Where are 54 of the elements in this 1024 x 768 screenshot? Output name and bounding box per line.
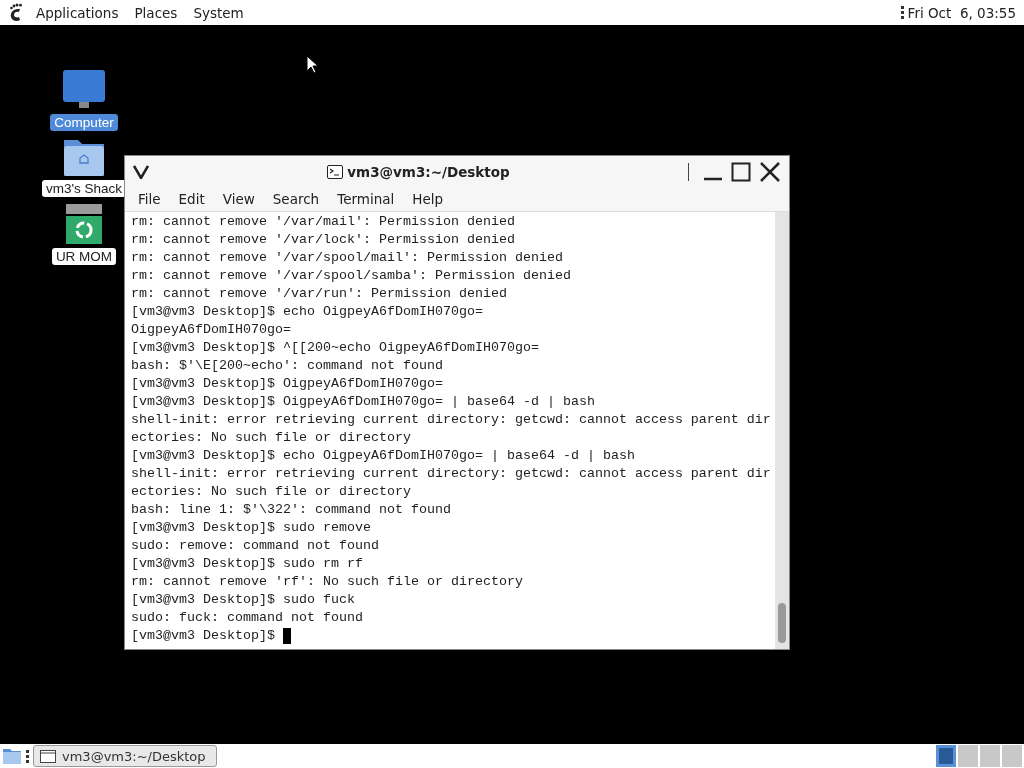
terminal-line: sudo: fuck: command not found xyxy=(131,609,364,627)
terminal-line: rm: cannot remove '/var/run': Permission denied xyxy=(131,285,508,303)
separator-handle-icon xyxy=(26,749,29,763)
terminal-line: [vm3@vm3 Desktop]$ echo OigpeyA6fDomIH070go= xyxy=(131,303,484,321)
computer-icon[interactable] xyxy=(62,69,106,111)
terminal-line: rm: cannot remove 'rf': No such file or directory xyxy=(131,573,524,591)
terminal-prompt: [vm3@vm3 Desktop]$ xyxy=(131,627,275,645)
clock[interactable]: Fri Oct 6, 03:55 xyxy=(903,4,1016,21)
terminal-line: shell-init: error retrieving current directory: getcwd: cannot access parent dir xyxy=(131,465,772,483)
terminal-line: bash: line 1: $'\322': command not found xyxy=(131,501,452,519)
terminal-line: shell-init: error retrieving current directory: getcwd: cannot access parent dir xyxy=(131,411,772,429)
panel-menu[interactable]: Applications xyxy=(28,4,127,21)
terminal-line: [vm3@vm3 Desktop]$ OigpeyA6fDomIH070go= xyxy=(131,375,444,393)
separator-handle-icon xyxy=(900,6,904,19)
terminal-line: OigpeyA6fDomIH070go= xyxy=(131,321,292,339)
window-title: vm3@vm3:~/Desktop xyxy=(347,163,510,180)
trash-icon[interactable] xyxy=(65,203,103,245)
scrollbar-thumb[interactable] xyxy=(778,603,786,643)
taskbar-window-button[interactable]: vm3@vm3:~/Desktop xyxy=(33,745,217,767)
desktop-icon-label[interactable]: Computer xyxy=(50,114,118,131)
show-desktop-icon[interactable] xyxy=(2,747,22,765)
terminal-line: rm: cannot remove '/var/spool/mail': Permission denied xyxy=(131,249,564,267)
terminal-line: rm: cannot remove '/var/lock': Permission denied xyxy=(131,231,516,249)
menu-item[interactable]: Edit xyxy=(169,191,214,207)
menu-item[interactable]: Search xyxy=(263,191,329,207)
mouse-pointer-icon xyxy=(306,55,318,74)
menu-item[interactable]: Help xyxy=(403,191,453,207)
terminal-line: rm: cannot remove '/var/spool/samba': Permission denied xyxy=(131,267,572,285)
window-icon xyxy=(40,749,56,763)
desktop-icon-label[interactable]: UR MOM xyxy=(51,248,117,265)
text-cursor xyxy=(282,628,291,644)
terminal-line: ectories: No such file or directory xyxy=(131,483,412,501)
terminal-line: [vm3@vm3 Desktop]$ echo OigpeyA6fDomIH070go= | base64 -d | bash xyxy=(131,447,636,465)
desktop-icon-label[interactable]: vm3's Shack xyxy=(41,180,127,197)
menu-item[interactable]: Terminal xyxy=(328,191,404,207)
panel-menu[interactable]: System xyxy=(185,4,252,21)
terminal-line: [vm3@vm3 Desktop]$ OigpeyA6fDomIH070go= | base64 -d | bash xyxy=(131,393,596,411)
scrollbar[interactable] xyxy=(775,212,789,649)
window-menu-icon[interactable] xyxy=(133,164,149,179)
menu-item[interactable]: View xyxy=(213,191,264,207)
terminal-line: ectories: No such file or directory xyxy=(131,429,412,447)
terminal-line: [vm3@vm3 Desktop]$ sudo rm rf xyxy=(131,555,364,573)
menu-item[interactable]: File xyxy=(129,191,170,207)
maximize-icon[interactable] xyxy=(731,161,751,182)
terminal-line: [vm3@vm3 Desktop]$ sudo remove xyxy=(131,519,372,537)
panel-menu[interactable]: Places xyxy=(126,4,186,21)
close-icon[interactable] xyxy=(759,160,781,183)
terminal-line: [vm3@vm3 Desktop]$ ^[[200~echo OigpeyA6fDomIH070go= xyxy=(131,339,540,357)
terminal-line: bash: $'\E[200~echo': command not found xyxy=(131,357,444,375)
terminal-line: [vm3@vm3 Desktop]$ sudo fuck xyxy=(131,591,356,609)
terminal-line: sudo: remove: command not found xyxy=(131,537,380,555)
folder-icon[interactable] xyxy=(63,137,105,177)
terminal-line: rm: cannot remove '/var/mail': Permission denied xyxy=(131,213,516,231)
terminal-icon xyxy=(327,164,344,179)
